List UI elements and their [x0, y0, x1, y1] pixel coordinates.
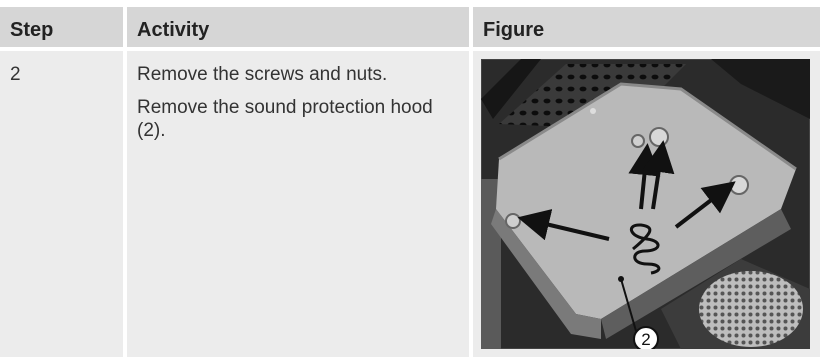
instruction-table: Step Activity Figure 2 Remove the screws… [0, 0, 820, 357]
activity-cell: Remove the screws and nuts. Remove the s… [127, 51, 469, 357]
nut [649, 127, 669, 147]
activity-line-2: Remove the sound protection hood (2). [137, 97, 433, 141]
header-activity: Activity [127, 7, 469, 47]
activity-line-1: Remove the screws and nuts. [137, 64, 388, 85]
step-number: 2 [0, 51, 123, 357]
figure-cell: 2 [473, 51, 820, 357]
hood-removal-photo: 2 [481, 59, 810, 349]
callout-label: 2 [641, 330, 650, 349]
air-filter-mesh [699, 271, 803, 347]
header-figure: Figure [473, 7, 820, 47]
header-step: Step [0, 7, 123, 47]
